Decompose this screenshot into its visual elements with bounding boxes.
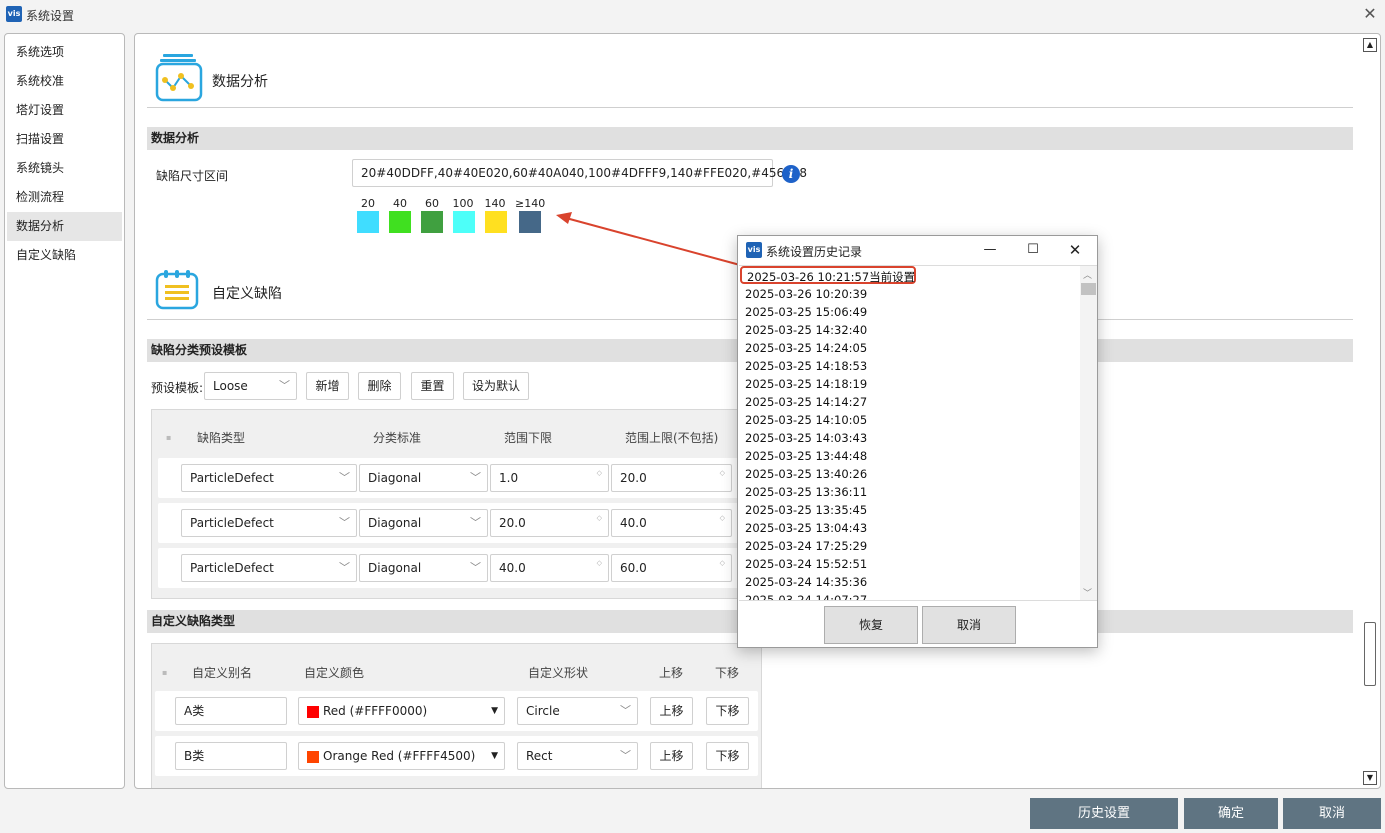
- list-item[interactable]: 2025-03-25 14:18:19: [745, 375, 867, 393]
- list-item[interactable]: 2025-03-26 10:21:57当前设置: [740, 266, 916, 284]
- list-item[interactable]: 2025-03-24 15:52:51: [745, 555, 867, 573]
- list-item[interactable]: 2025-03-25 13:36:11: [745, 483, 867, 501]
- list-item[interactable]: 2025-03-24 14:35:36: [745, 573, 867, 591]
- scroll-thumb[interactable]: [1081, 283, 1096, 295]
- list-item[interactable]: 2025-03-25 13:40:26: [745, 465, 867, 483]
- list-item[interactable]: 2025-03-24 17:25:29: [745, 537, 867, 555]
- history-scrollbar[interactable]: ︿ ﹀: [1080, 266, 1097, 600]
- history-list[interactable]: 2025-03-26 10:21:57当前设置 2025-03-26 10:20…: [739, 265, 1097, 601]
- history-dialog: vis 系统设置历史记录 — ☐ ✕ 2025-03-26 10:21:57当前…: [737, 235, 1098, 648]
- scroll-up-icon[interactable]: ︿: [1083, 268, 1092, 281]
- dialog-cancel-button[interactable]: 取消: [922, 606, 1016, 644]
- dialog-app-icon: vis: [746, 242, 762, 258]
- list-item[interactable]: 2025-03-26 10:20:39: [745, 285, 867, 303]
- dialog-title: 系统设置历史记录: [766, 245, 863, 259]
- list-item[interactable]: 2025-03-25 14:14:27: [745, 393, 867, 411]
- list-item[interactable]: 2025-03-25 13:44:48: [745, 447, 867, 465]
- list-item[interactable]: 2025-03-25 15:06:49: [745, 303, 867, 321]
- list-item[interactable]: 2025-03-25 14:32:40: [745, 321, 867, 339]
- history-settings-button[interactable]: 历史设置: [1030, 798, 1178, 829]
- cancel-button[interactable]: 取消: [1283, 798, 1381, 829]
- list-item[interactable]: 2025-03-25 14:24:05: [745, 339, 867, 357]
- scroll-down-icon[interactable]: ﹀: [1083, 586, 1092, 599]
- list-item[interactable]: 2025-03-25 14:18:53: [745, 357, 867, 375]
- annotation-arrow: [556, 212, 741, 266]
- maximize-icon[interactable]: ☐: [1023, 240, 1043, 260]
- list-item[interactable]: 2025-03-25 14:03:43: [745, 429, 867, 447]
- list-item[interactable]: 2025-03-25 13:35:45: [745, 501, 867, 519]
- list-item[interactable]: 2025-03-24 14:07:27: [745, 591, 867, 600]
- list-item[interactable]: 2025-03-25 14:10:05: [745, 411, 867, 429]
- ok-button[interactable]: 确定: [1184, 798, 1278, 829]
- minimize-icon[interactable]: —: [980, 240, 1000, 260]
- list-item[interactable]: 2025-03-25 13:04:43: [745, 519, 867, 537]
- close-icon[interactable]: ✕: [1065, 240, 1085, 260]
- restore-button[interactable]: 恢复: [824, 606, 918, 644]
